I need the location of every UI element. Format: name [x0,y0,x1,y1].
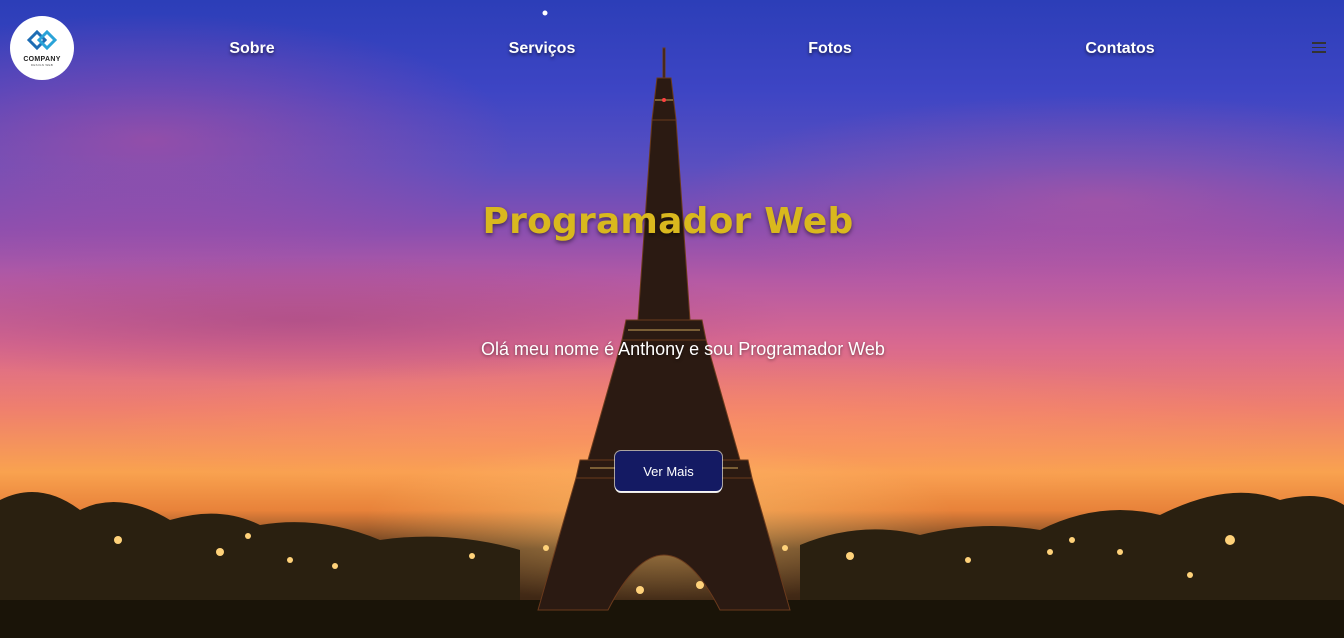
eiffel-tower [537,47,791,611]
ver-mais-button[interactable]: Ver Mais [615,451,722,491]
star [542,10,548,16]
hero-subtitle: Olá meu nome é Anthony e sou Programador… [481,339,885,359]
hero-title: Programador Web [482,201,854,242]
hamburger-menu-icon[interactable] [1312,42,1326,56]
logo-tagline: DESIGN WEB [30,62,54,67]
hero-section [0,0,1344,638]
nav-link-fotos[interactable]: Fotos [808,40,852,58]
logo-name: COMPANY [23,55,61,63]
eiffel-tower-scene [0,10,1344,638]
beacon-light [662,98,666,102]
ground [0,600,1344,638]
nav-link-contatos[interactable]: Contatos [1085,40,1154,58]
nav-link-sobre[interactable]: Sobre [229,40,274,58]
company-logo[interactable]: COMPANY DESIGN WEB [10,16,74,80]
nav-link-servicos[interactable]: Serviços [509,40,576,58]
diamond-logo-icon [26,29,58,50]
